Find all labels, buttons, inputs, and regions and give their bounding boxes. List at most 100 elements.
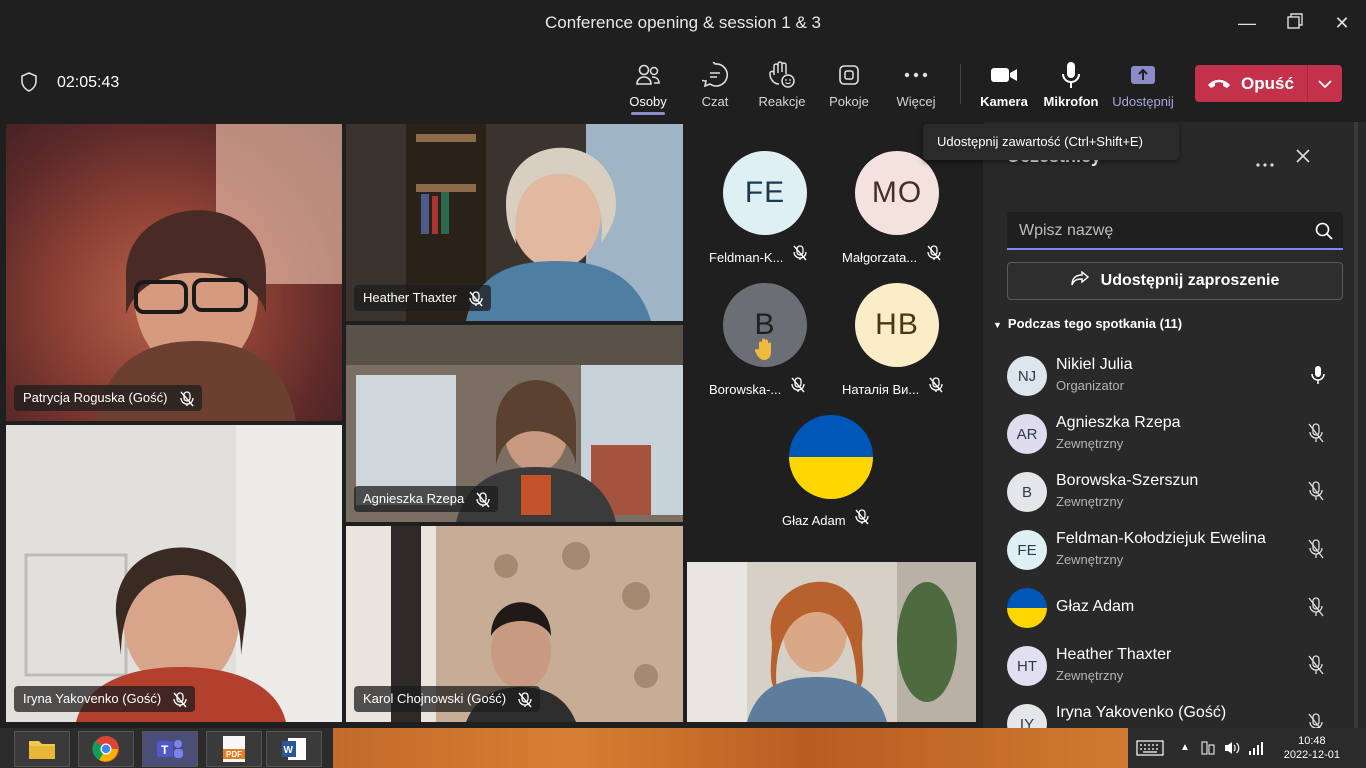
avatar-name-label: Наталія Ви... — [842, 377, 972, 397]
chrome-icon[interactable] — [78, 731, 134, 767]
chat-icon — [680, 60, 750, 90]
mic-off-icon — [469, 290, 483, 316]
participant-avatar[interactable]: FE — [723, 151, 807, 235]
avatar-name-label: Feldman-K... — [709, 245, 839, 265]
avatar-name-label: Głaz Adam — [782, 509, 912, 528]
maximize-icon[interactable] — [1280, 8, 1310, 38]
video-tile[interactable]: Karol Chojnowski (Gość) — [346, 526, 683, 722]
system-clock[interactable]: 10:48 2022-12-01 — [1284, 734, 1340, 762]
video-tile[interactable]: Heather Thaxter — [346, 124, 683, 321]
meeting-toolbar: 02:05:43 Osoby Czat Reakcje Pokoje Więce… — [0, 46, 1366, 122]
ukraine-flag-avatar — [1007, 588, 1047, 628]
section-header[interactable]: ▼ Podczas tego spotkania (11) — [993, 316, 1182, 331]
avatar: NJ — [1007, 356, 1047, 396]
people-icon — [613, 60, 683, 90]
participant-name-label: Iryna Yakovenko (Gość) — [14, 686, 196, 712]
rooms-icon — [814, 60, 884, 90]
mic-off-icon — [929, 377, 943, 396]
more-icon — [881, 60, 951, 90]
share-icon — [1070, 270, 1089, 292]
more-options-icon[interactable] — [1256, 154, 1274, 172]
reactions-icon — [747, 60, 817, 90]
more-button[interactable]: Więcej — [881, 60, 951, 109]
participant-row[interactable]: AR Agnieszka Rzepa Zewnętrzny — [1007, 409, 1347, 467]
pdf-icon[interactable]: PDF — [206, 731, 262, 767]
file-explorer-icon[interactable] — [14, 731, 70, 767]
mic-on-icon — [1311, 365, 1325, 390]
search-input[interactable] — [1019, 220, 1299, 242]
mic-off-icon — [855, 509, 869, 528]
chevron-up-icon[interactable]: ▲ — [1180, 742, 1190, 753]
svg-text:PDF: PDF — [226, 750, 242, 759]
caret-down-icon: ▼ — [993, 320, 1002, 330]
window-title: Conference opening & session 1 & 3 — [545, 13, 821, 32]
participant-name-label: Heather Thaxter — [354, 285, 491, 311]
participant-avatar[interactable]: B — [723, 283, 807, 367]
title-bar: Conference opening & session 1 & 3 — ✕ — [0, 0, 1366, 46]
participant-video — [687, 562, 976, 722]
avatar: FE — [1007, 530, 1047, 570]
participant-row[interactable]: FE Feldman-Kołodziejuk Ewelina Zewnętrzn… — [1007, 525, 1347, 583]
mic-off-icon — [1307, 423, 1325, 448]
share-tooltip: Udostępnij zawartość (Ctrl+Shift+E) — [923, 124, 1179, 160]
teams-icon[interactable]: T — [142, 731, 198, 767]
video-tile[interactable]: Iryna Yakovenko (Gość) — [6, 425, 342, 722]
avatar: HT — [1007, 646, 1047, 686]
share-icon — [1106, 60, 1180, 90]
minimize-icon[interactable]: — — [1232, 8, 1262, 38]
microphone-button[interactable]: Mikrofon — [1036, 60, 1106, 109]
chat-button[interactable]: Czat — [680, 60, 750, 109]
scrollbar[interactable] — [1354, 122, 1358, 728]
avatar-name-label: Małgorzata... — [842, 245, 972, 265]
mic-off-icon — [173, 691, 187, 717]
rooms-button[interactable]: Pokoje — [814, 60, 884, 109]
participant-video — [6, 425, 342, 722]
mic-off-icon — [476, 491, 490, 517]
participant-row[interactable]: B Borowska-Szerszun Zewnętrzny — [1007, 467, 1347, 525]
avatar: B — [1007, 472, 1047, 512]
mic-off-icon — [1307, 481, 1325, 506]
mic-off-icon — [791, 377, 805, 396]
word-icon[interactable]: W — [266, 731, 322, 767]
mic-off-icon — [1307, 655, 1325, 680]
self-video-tile[interactable] — [687, 562, 976, 722]
leave-button[interactable]: Opuść — [1195, 65, 1306, 102]
search-box — [1007, 212, 1343, 250]
reactions-button[interactable]: Reakcje — [747, 60, 817, 109]
participants-panel: Uczestnicy Udostępnij zaproszenie ▼Podcz… — [983, 122, 1366, 744]
taskbar: T PDF W ▲ 10:48 2022-12-01 — [0, 728, 1366, 768]
mic-off-icon — [179, 390, 194, 416]
people-button[interactable]: Osoby — [613, 60, 683, 115]
close-panel-icon[interactable] — [1296, 149, 1310, 168]
raised-hand-icon — [753, 335, 777, 369]
keyboard-icon[interactable] — [1136, 740, 1164, 761]
taskbar-background-band — [333, 728, 1128, 768]
mic-off-icon — [927, 245, 941, 264]
participant-row[interactable]: NJ Nikiel Julia Organizator — [1007, 351, 1347, 409]
video-tile[interactable]: Patrycja Roguska (Gość) — [6, 124, 342, 421]
participant-avatar[interactable]: MO — [855, 151, 939, 235]
signal-icon[interactable] — [1248, 740, 1264, 761]
toolbar-divider — [960, 64, 961, 104]
close-window-icon[interactable]: ✕ — [1327, 8, 1357, 38]
participant-row[interactable]: Głaz Adam — [1007, 583, 1347, 641]
svg-text:T: T — [161, 743, 169, 757]
leave-options-dropdown[interactable] — [1307, 65, 1342, 102]
chevron-down-icon — [1318, 75, 1332, 93]
participant-video — [96, 124, 342, 421]
ukraine-flag-avatar[interactable] — [789, 415, 873, 499]
share-invite-button[interactable]: Udostępnij zaproszenie — [1007, 262, 1343, 300]
participant-name-label: Patrycja Roguska (Gość) — [14, 385, 202, 411]
camera-icon — [969, 60, 1039, 90]
volume-icon[interactable] — [1223, 740, 1241, 761]
share-button[interactable]: Udostępnij — [1106, 60, 1180, 109]
mic-off-icon — [1307, 597, 1325, 622]
video-tile[interactable]: Agnieszka Rzepa — [346, 325, 683, 522]
mic-off-icon — [1307, 539, 1325, 564]
participant-avatar[interactable]: HB — [855, 283, 939, 367]
search-icon[interactable] — [1315, 222, 1333, 245]
participant-row[interactable]: HT Heather Thaxter Zewnętrzny — [1007, 641, 1347, 699]
video-stage: Patrycja Roguska (Gość) Heather Thaxter … — [0, 122, 983, 728]
camera-button[interactable]: Kamera — [969, 60, 1039, 109]
network-icon[interactable] — [1200, 740, 1216, 761]
